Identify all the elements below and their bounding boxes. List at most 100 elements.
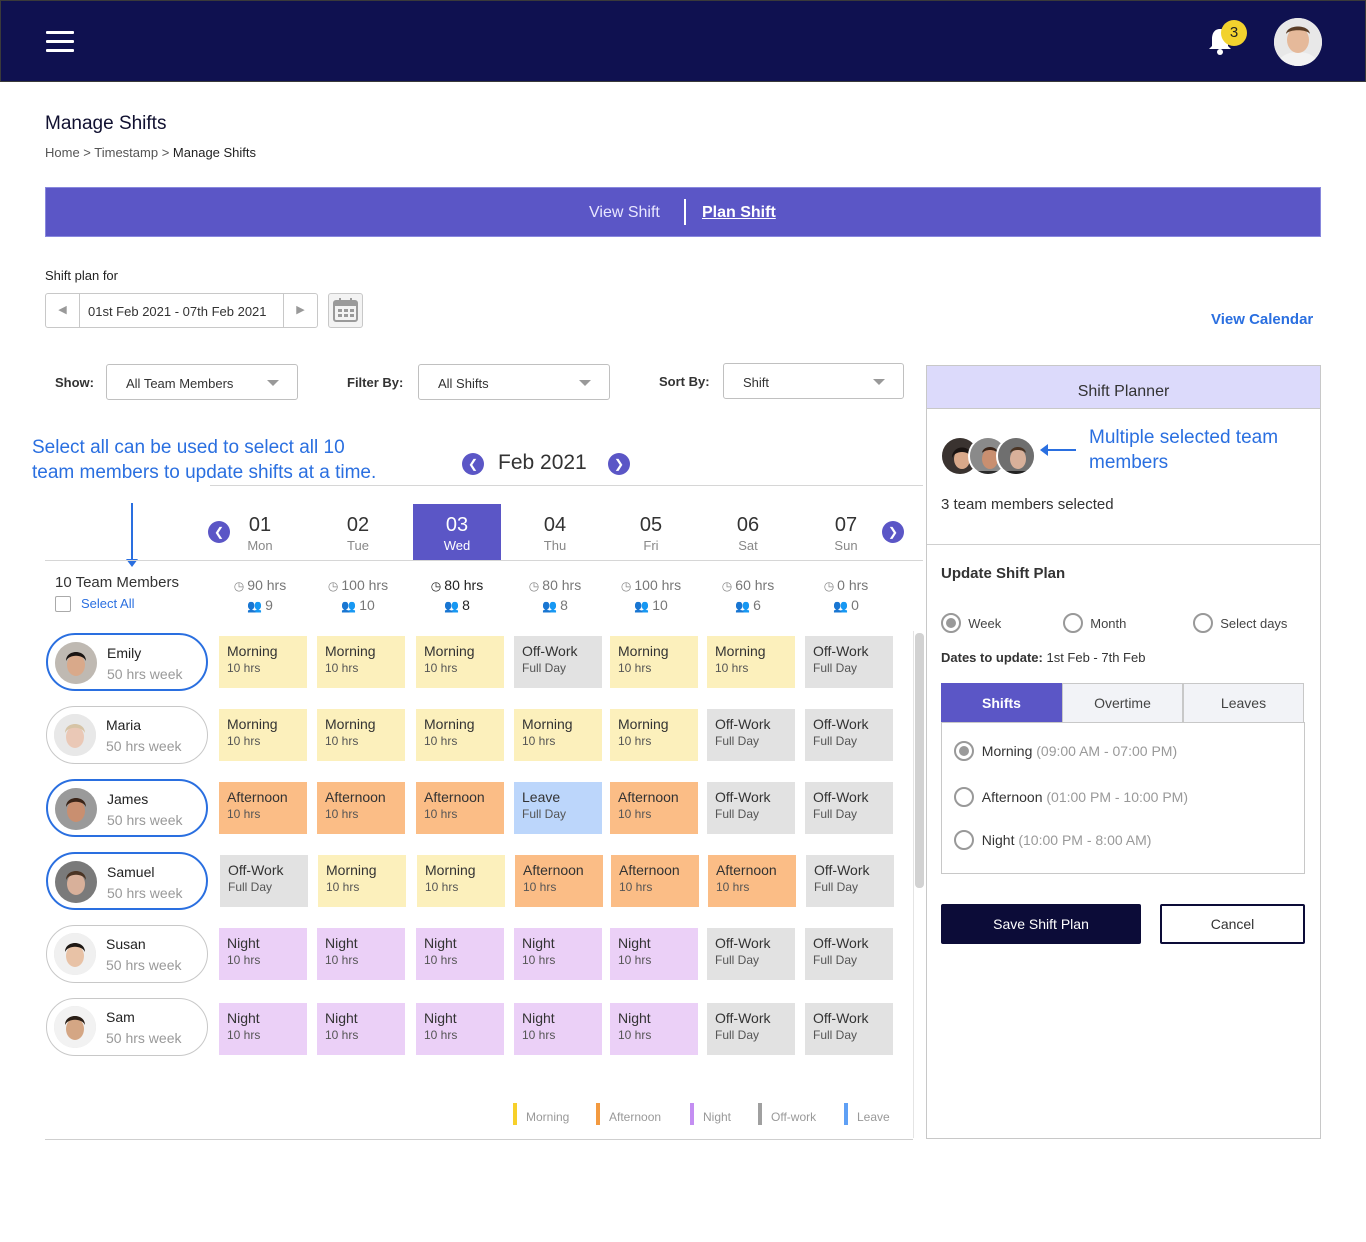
shift-option-afternoon[interactable]: Afternoon (01:00 PM - 10:00 PM) [954,787,1188,807]
shift-cell[interactable]: Afternoon 10 hrs [416,782,504,834]
shift-cell[interactable]: Morning 10 hrs [317,709,405,761]
show-select[interactable]: All Team Members [106,364,298,400]
team-member-emily[interactable]: Emily 50 hrs week [46,633,208,691]
menu-icon[interactable] [46,31,74,53]
day-column-03[interactable]: 03 Wed [413,504,501,560]
day-column-04[interactable]: 04 Thu [511,504,599,560]
team-member-james[interactable]: James 50 hrs week [46,779,208,837]
notification-badge[interactable]: 3 [1221,20,1247,46]
period-select-days-radio[interactable]: Select days [1193,613,1287,633]
day-column-02[interactable]: 02 Tue [314,504,402,560]
shift-duration: 10 hrs [326,880,360,894]
tab-view-shift[interactable]: View Shift [589,204,660,222]
shift-cell[interactable]: Off-Work Full Day [805,1003,893,1055]
day-column-07[interactable]: 07 Sun [802,504,890,560]
shift-cell[interactable]: Night 10 hrs [219,928,307,980]
shift-cell[interactable]: Afternoon 10 hrs [708,855,796,907]
shift-cell[interactable]: Off-Work Full Day [707,709,795,761]
radio-icon[interactable] [1193,613,1213,633]
shift-cell[interactable]: Off-Work Full Day [707,782,795,834]
shift-cell[interactable]: Off-Work Full Day [805,782,893,834]
tab-overtime[interactable]: Overtime [1062,683,1183,723]
scrollbar-thumb[interactable] [915,633,924,888]
shift-cell[interactable]: Off-Work Full Day [707,1003,795,1055]
planner-title: Shift Planner [927,366,1320,409]
shift-name: Afternoon [424,789,485,805]
shift-cell[interactable]: Morning 10 hrs [610,709,698,761]
tab-shifts[interactable]: Shifts [941,683,1062,723]
shift-cell[interactable]: Morning 10 hrs [417,855,505,907]
shift-cell[interactable]: Night 10 hrs [610,1003,698,1055]
shift-cell[interactable]: Off-Work Full Day [514,636,602,688]
next-week-button[interactable]: ▶ [283,294,317,327]
shift-name: Off-Work [715,716,771,732]
shift-cell[interactable]: Afternoon 10 hrs [515,855,603,907]
checkbox[interactable] [55,596,71,612]
select-all-checkbox[interactable]: Select All [55,596,134,612]
member-hours: 50 hrs week [107,885,183,901]
shift-cell[interactable]: Morning 10 hrs [219,709,307,761]
shift-cell[interactable]: Night 10 hrs [416,928,504,980]
tab-leaves[interactable]: Leaves [1183,683,1304,723]
shift-cell[interactable]: Afternoon 10 hrs [611,855,699,907]
day-stats: ◷ 80 hrs 👥 8 [511,577,599,613]
sort-select[interactable]: Shift [723,363,904,399]
day-column-05[interactable]: 05 Fri [607,504,695,560]
period-week-radio[interactable]: Week [941,613,1001,633]
team-member-samuel[interactable]: Samuel 50 hrs week [46,852,208,910]
save-shift-plan-button[interactable]: Save Shift Plan [941,904,1141,944]
shift-cell[interactable]: Morning 10 hrs [416,636,504,688]
shift-cell[interactable]: Off-Work Full Day [707,928,795,980]
shift-option-night[interactable]: Night (10:00 PM - 8:00 AM) [954,830,1151,850]
prev-month-button[interactable]: ❮ [462,453,484,475]
team-member-sam[interactable]: Sam 50 hrs week [46,998,208,1056]
team-member-maria[interactable]: Maria 50 hrs week [46,706,208,764]
tab-plan-shift[interactable]: Plan Shift [702,204,776,222]
shift-cell[interactable]: Morning 10 hrs [707,636,795,688]
shift-cell[interactable]: Night 10 hrs [219,1003,307,1055]
shift-cell[interactable]: Morning 10 hrs [514,709,602,761]
shift-option-morning[interactable]: Morning (09:00 AM - 07:00 PM) [954,741,1177,761]
shift-cell[interactable]: Afternoon 10 hrs [610,782,698,834]
view-calendar-link[interactable]: View Calendar [1211,311,1313,328]
shift-cell[interactable]: Morning 10 hrs [416,709,504,761]
shift-cell[interactable]: Night 10 hrs [317,928,405,980]
shift-cell[interactable]: Night 10 hrs [514,1003,602,1055]
shift-cell[interactable]: Night 10 hrs [610,928,698,980]
team-member-susan[interactable]: Susan 50 hrs week [46,925,208,983]
user-avatar[interactable] [1274,18,1322,66]
radio-icon[interactable] [1063,613,1083,633]
shift-cell[interactable]: Afternoon 10 hrs [219,782,307,834]
shift-cell[interactable]: Leave Full Day [514,782,602,834]
shift-cell[interactable]: Morning 10 hrs [317,636,405,688]
shift-option-time: (09:00 AM - 07:00 PM) [1036,743,1178,759]
day-column-06[interactable]: 06 Sat [704,504,792,560]
period-month-radio[interactable]: Month [1063,613,1126,633]
shift-cell[interactable]: Off-Work Full Day [805,709,893,761]
shift-cell[interactable]: Off-Work Full Day [805,636,893,688]
filter-select[interactable]: All Shifts [418,364,610,400]
shift-cell[interactable]: Morning 10 hrs [610,636,698,688]
breadcrumb-timestamp[interactable]: Timestamp [94,145,158,160]
scrollbar[interactable] [913,631,924,1138]
shift-cell[interactable]: Night 10 hrs [514,928,602,980]
prev-week-button[interactable]: ◀ [46,294,80,327]
shift-cell[interactable]: Night 10 hrs [317,1003,405,1055]
shift-cell[interactable]: Off-Work Full Day [806,855,894,907]
day-hours: 100 hrs [634,577,682,593]
next-month-button[interactable]: ❯ [608,453,630,475]
calendar-icon[interactable] [328,293,363,328]
shift-cell[interactable]: Off-Work Full Day [220,855,308,907]
day-column-01[interactable]: 01 Mon [216,504,304,560]
radio-icon[interactable] [954,787,974,807]
radio-icon[interactable] [954,741,974,761]
radio-icon[interactable] [954,830,974,850]
breadcrumb-home[interactable]: Home [45,145,80,160]
cancel-button[interactable]: Cancel [1160,904,1305,944]
shift-cell[interactable]: Night 10 hrs [416,1003,504,1055]
radio-icon[interactable] [941,613,961,633]
shift-cell[interactable]: Off-Work Full Day [805,928,893,980]
shift-cell[interactable]: Morning 10 hrs [318,855,406,907]
shift-cell[interactable]: Afternoon 10 hrs [317,782,405,834]
shift-cell[interactable]: Morning 10 hrs [219,636,307,688]
